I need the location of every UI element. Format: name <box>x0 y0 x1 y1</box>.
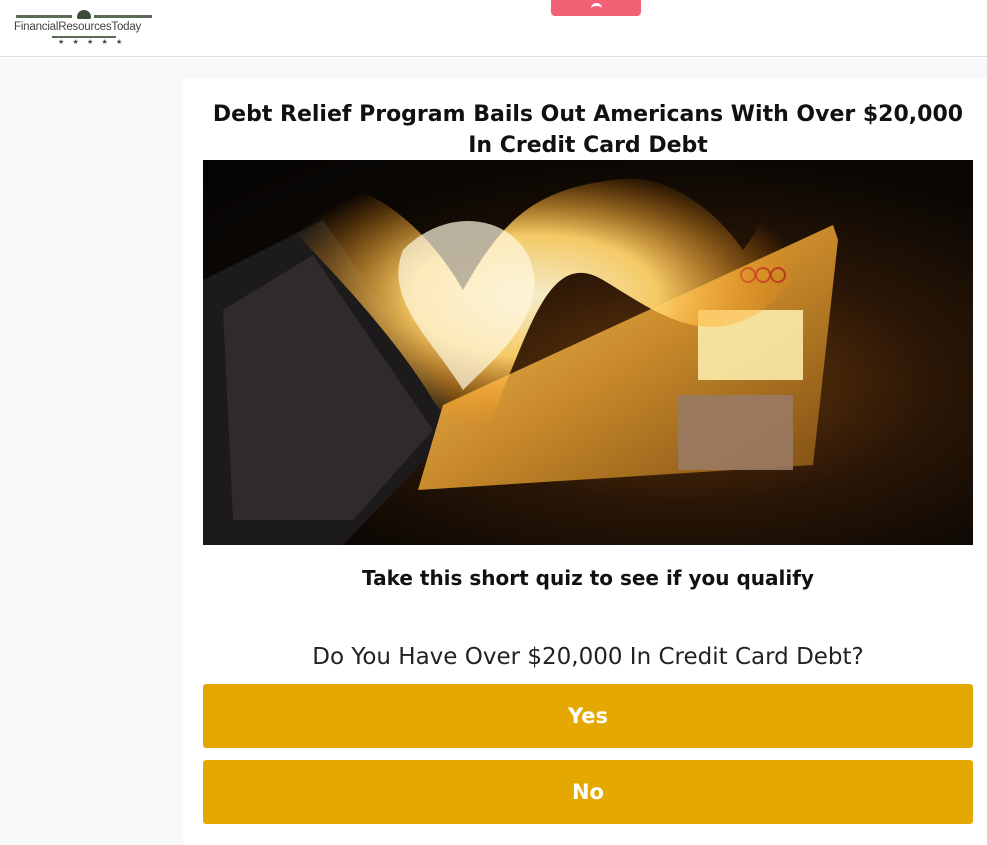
logo-rule-right <box>94 15 152 18</box>
eagle-icon <box>77 10 91 19</box>
burning-credit-card-icon <box>203 160 838 545</box>
logo-stars: ★ ★ ★ ★ ★ <box>58 38 126 46</box>
answer-no-button[interactable]: No <box>203 760 973 824</box>
article-headline: Debt Relief Program Bails Out Americans … <box>212 102 964 158</box>
chevron-up-icon <box>591 3 602 12</box>
quiz-intro: Take this short quiz to see if you quali… <box>362 566 814 590</box>
logo-rule-left <box>16 15 72 18</box>
quiz-question: Do You Have Over $20,000 In Credit Card … <box>312 644 864 670</box>
site-logo[interactable]: FinancialResourcesToday ★ ★ ★ ★ ★ <box>14 10 156 48</box>
answer-yes-button[interactable]: Yes <box>203 684 973 748</box>
logo-text: FinancialResourcesToday <box>14 21 142 33</box>
hero-image <box>203 160 973 545</box>
top-header: FinancialResourcesToday ★ ★ ★ ★ ★ <box>0 0 987 57</box>
top-tab-button[interactable] <box>551 0 641 16</box>
